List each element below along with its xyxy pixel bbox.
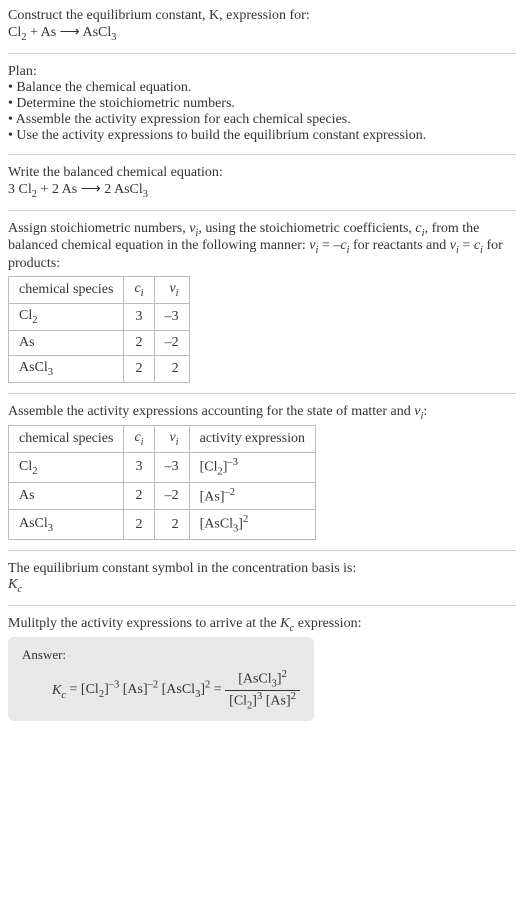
activity-section: Assemble the activity expressions accoun… [8,404,516,540]
balanced-intro: Write the balanced chemical equation: [8,165,516,181]
stoich-table: chemical species ci νi Cl2 3 –3 As 2 –2 … [8,276,190,382]
header-vi: νi [154,426,189,453]
plan-item: • Determine the stoichiometric numbers. [8,96,516,112]
divider [8,605,516,606]
answer-label: Answer: [22,647,300,663]
cell-ci: 2 [124,510,154,539]
cell-species: As [9,330,124,355]
table-header-row: chemical species ci νi activity expressi… [9,426,316,453]
plan-item: • Assemble the activity expression for e… [8,112,516,128]
cell-activity: [AsCl3]2 [189,510,315,539]
cell-ci: 2 [124,355,154,382]
header-species: chemical species [9,277,124,304]
balanced-equation: 3 Cl2 + 2 As ⟶ 2 AsCl3 [8,181,516,200]
cell-ci: 2 [124,482,154,510]
prompt-text: Construct the equilibrium constant, K, e… [8,8,516,24]
kc-symbol: Kc [8,577,516,595]
header-ci: ci [124,426,154,453]
header-ci: ci [124,277,154,304]
divider [8,154,516,155]
plan-section: Plan: • Balance the chemical equation. •… [8,64,516,144]
cell-species: AsCl3 [9,510,124,539]
cell-vi: –2 [154,482,189,510]
header-vi: νi [154,277,189,304]
table-row: AsCl3 2 2 [AsCl3]2 [9,510,316,539]
cell-vi: –3 [154,453,189,482]
cell-species: AsCl3 [9,355,124,382]
activity-table: chemical species ci νi activity expressi… [8,425,316,539]
cell-species: Cl2 [9,303,124,330]
table-row: As 2 –2 [As]–2 [9,482,316,510]
symbol-intro: The equilibrium constant symbol in the c… [8,561,516,577]
multiply-intro: Mulitply the activity expressions to arr… [8,616,516,634]
multiply-section: Mulitply the activity expressions to arr… [8,616,516,722]
divider [8,550,516,551]
plan-title: Plan: [8,64,516,80]
table-row: As 2 –2 [9,330,190,355]
header-activity: activity expression [189,426,315,453]
activity-intro: Assemble the activity expressions accoun… [8,404,516,422]
divider [8,53,516,54]
cell-vi: –3 [154,303,189,330]
cell-species: Cl2 [9,453,124,482]
cell-ci: 2 [124,330,154,355]
cell-activity: [As]–2 [189,482,315,510]
header-section: Construct the equilibrium constant, K, e… [8,8,516,43]
stoich-section: Assign stoichiometric numbers, νi, using… [8,221,516,383]
table-header-row: chemical species ci νi [9,277,190,304]
cell-vi: –2 [154,330,189,355]
table-row: Cl2 3 –3 [9,303,190,330]
cell-species: As [9,482,124,510]
divider [8,393,516,394]
cell-ci: 3 [124,453,154,482]
cell-activity: [Cl2]–3 [189,453,315,482]
cell-ci: 3 [124,303,154,330]
table-row: AsCl3 2 2 [9,355,190,382]
cell-vi: 2 [154,510,189,539]
cell-vi: 2 [154,355,189,382]
table-row: Cl2 3 –3 [Cl2]–3 [9,453,316,482]
symbol-section: The equilibrium constant symbol in the c… [8,561,516,595]
plan-item: • Use the activity expressions to build … [8,128,516,144]
plan-item: • Balance the chemical equation. [8,80,516,96]
answer-box: Answer: Kc = [Cl2]–3 [As]–2 [AsCl3]2 = [… [8,637,314,721]
header-species: chemical species [9,426,124,453]
divider [8,210,516,211]
unbalanced-equation: Cl2 + As ⟶ AsCl3 [8,24,516,43]
answer-expression: Kc = [Cl2]–3 [As]–2 [AsCl3]2 = [AsCl3]2[… [52,669,300,711]
stoich-intro: Assign stoichiometric numbers, νi, using… [8,221,516,273]
balanced-section: Write the balanced chemical equation: 3 … [8,165,516,200]
